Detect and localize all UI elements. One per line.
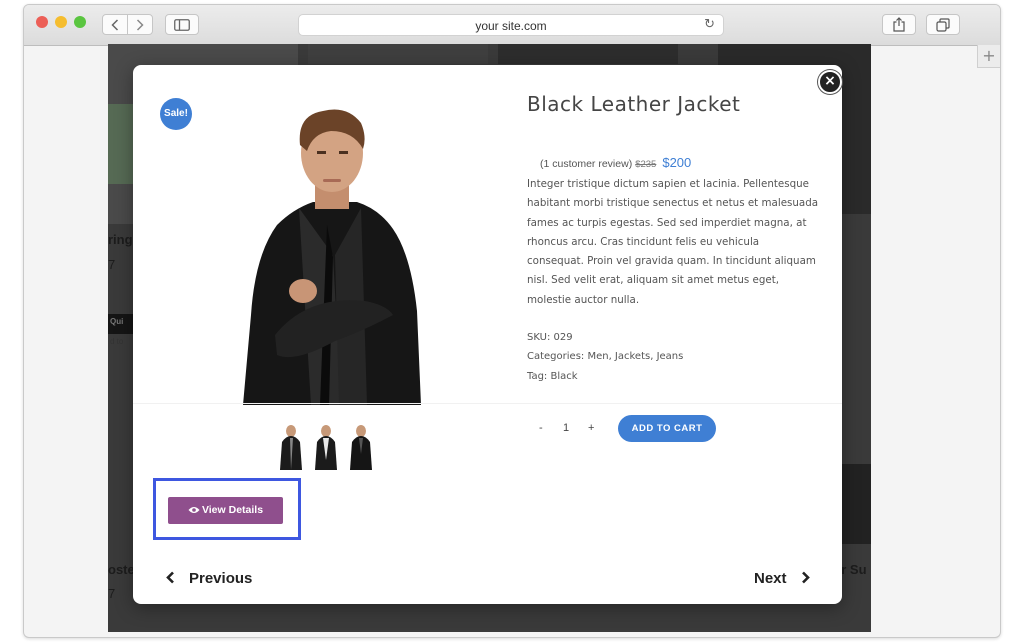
sale-price: $200 [662, 155, 692, 170]
product-categories[interactable]: Categories: Men, Jackets, Jeans [527, 351, 683, 362]
next-product-button[interactable]: Next [754, 570, 811, 587]
background-product-price: 7 [108, 586, 116, 601]
background-product-name: ring [108, 232, 133, 247]
chevron-right-icon [801, 571, 810, 584]
close-modal-button[interactable]: × [818, 70, 842, 94]
reload-icon[interactable]: ↻ [704, 17, 715, 32]
share-icon [893, 17, 905, 32]
background-product-image [841, 464, 871, 544]
sidebar-button[interactable] [165, 14, 199, 35]
quantity-decrease-button[interactable]: - [539, 422, 543, 434]
old-price: $235 [635, 159, 657, 170]
maximize-window-button[interactable] [74, 16, 86, 28]
background-add-to-cart: d to [110, 337, 124, 346]
background-product-name: oste [108, 562, 135, 577]
review-price-line: (1 customer review) $235 $200 [540, 155, 691, 170]
new-tab-button[interactable]: + [977, 45, 1000, 68]
chevron-left-icon [111, 18, 119, 31]
chevron-right-icon [136, 18, 144, 31]
chevron-left-icon [166, 571, 174, 584]
section-divider [133, 403, 842, 404]
forward-button[interactable] [127, 14, 153, 35]
browser-toolbar: your site.com ↻ [24, 5, 1000, 46]
close-icon: × [824, 73, 836, 89]
product-image[interactable] [215, 105, 455, 407]
address-bar[interactable]: your site.com ↻ [298, 14, 724, 36]
product-title: Black Leather Jacket [527, 92, 741, 116]
tabs-icon [936, 17, 950, 32]
minimize-window-button[interactable] [55, 16, 67, 28]
eye-icon [188, 507, 200, 513]
product-thumbnail[interactable] [348, 424, 374, 470]
url-text: your site.com [475, 19, 547, 33]
close-window-button[interactable] [36, 16, 48, 28]
review-link[interactable]: (1 customer review) [540, 158, 632, 170]
background-product-image [308, 44, 488, 64]
previous-label: Previous [189, 570, 253, 587]
add-to-cart-button[interactable]: ADD TO CART [618, 415, 716, 442]
previous-product-button[interactable]: Previous [165, 570, 252, 587]
product-thumbnail[interactable] [278, 424, 304, 470]
product-description: Integer tristique dictum sapien et lacin… [527, 178, 819, 306]
quantity-input[interactable]: 1 [563, 422, 569, 434]
view-details-button[interactable]: View Details [168, 497, 283, 524]
product-thumbnail[interactable] [313, 424, 339, 470]
next-label: Next [754, 570, 787, 587]
tabs-button[interactable] [926, 14, 960, 35]
view-details-label: View Details [201, 504, 264, 516]
background-product-price: 7 [108, 257, 116, 272]
product-sku: SKU: 029 [527, 332, 573, 343]
product-tag[interactable]: Tag: Black [527, 371, 578, 382]
background-product-image [498, 44, 678, 64]
plus-icon: + [982, 46, 996, 65]
background-product-image [108, 104, 133, 184]
sidebar-icon [174, 18, 190, 31]
share-button[interactable] [882, 14, 916, 35]
background-quick-view-label: Qui [110, 317, 124, 326]
back-button[interactable] [102, 14, 128, 35]
sale-badge: Sale! [160, 98, 192, 130]
quantity-increase-button[interactable]: + [588, 422, 594, 434]
